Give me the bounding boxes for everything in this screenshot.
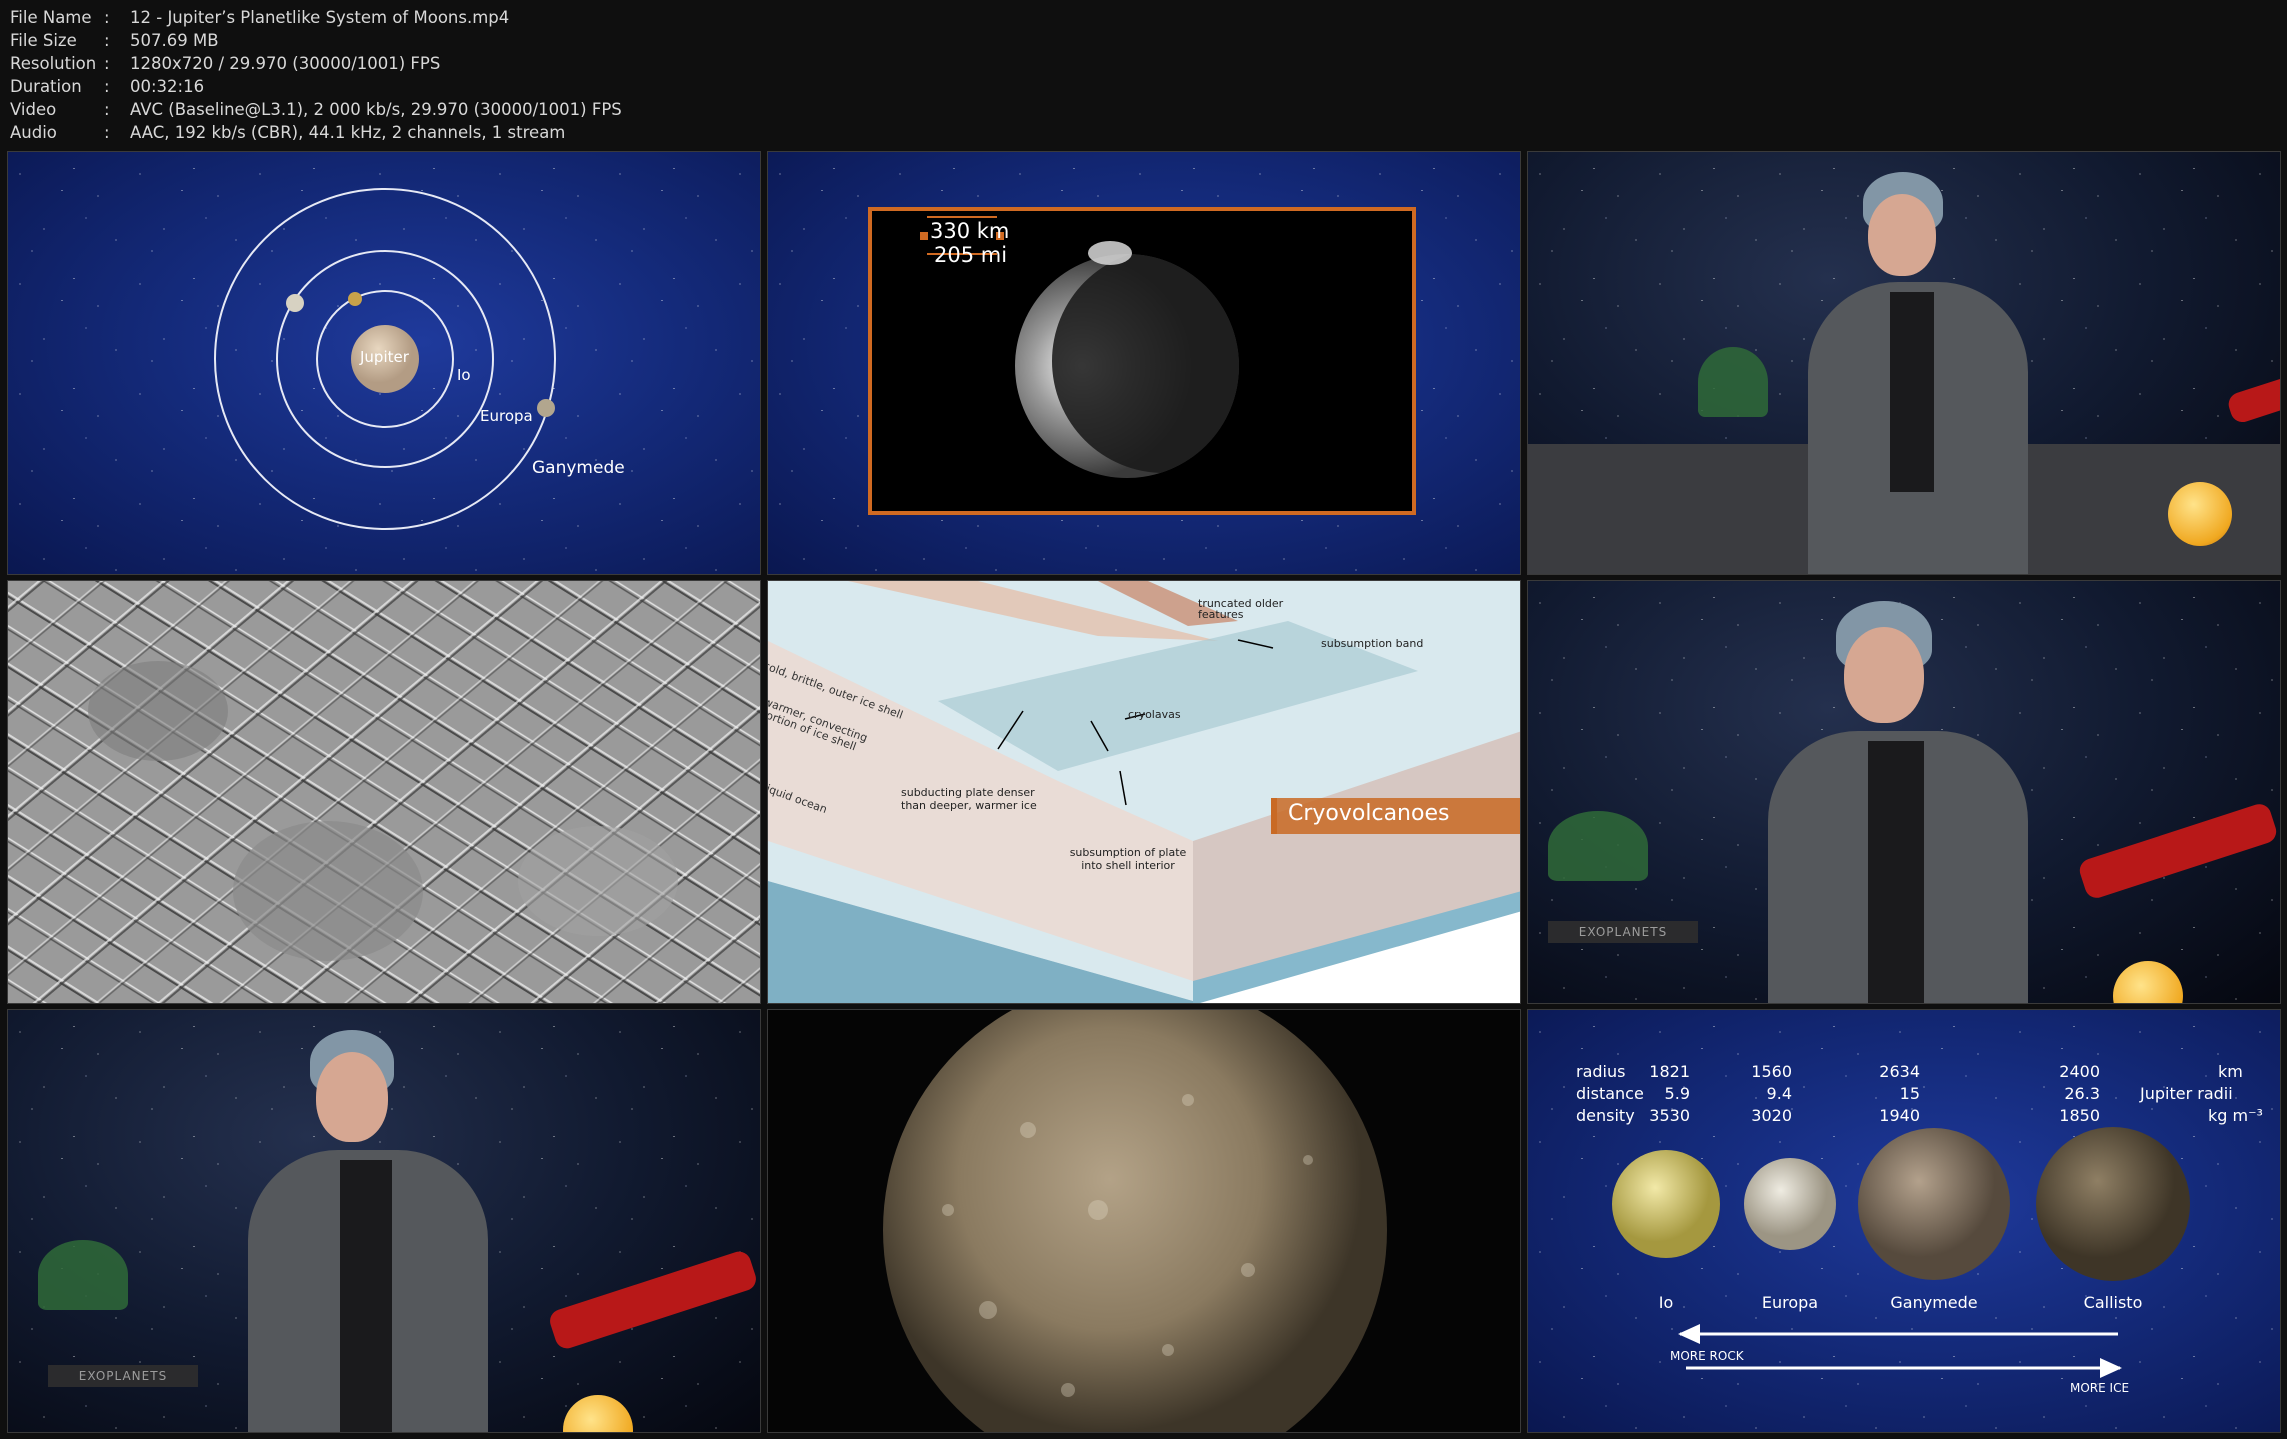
thumbnail-callisto[interactable]: [767, 1009, 1521, 1433]
info-row-audio: Audio: AAC, 192 kb/s (CBR), 44.1 kHz, 2 c…: [10, 123, 566, 142]
exoplanets-book: EXOPLANETS: [48, 1365, 198, 1387]
info-row-resolution: Resolution:1280x720 / 29.970 (30000/1001…: [10, 54, 441, 73]
thumbnail-presenter-1[interactable]: [1527, 151, 2281, 575]
ganymede-disc: [1858, 1128, 2010, 1280]
moon-lamp: [2168, 482, 2232, 546]
thumbnail-io-scale[interactable]: 330 km 205 mi: [767, 151, 1521, 575]
io-label: Io: [457, 366, 471, 384]
presenter: [248, 1030, 488, 1432]
plant: [38, 1240, 128, 1310]
thumbnail-europa-terrain[interactable]: [7, 580, 761, 1004]
info-row-filesize: File Size:507.69 MB: [10, 31, 219, 50]
file-info: File Name:12 - Jupiter’s Planetlike Syst…: [10, 6, 622, 144]
label-subducting: subducting plate denser than deeper, war…: [901, 786, 1037, 812]
ganymede-label: Ganymede: [532, 458, 625, 478]
ganymede-moon: [537, 399, 555, 417]
europa-moon: [286, 294, 304, 312]
thumbnail-moon-comparison[interactable]: radius distance density 1821 5.9 3530 15…: [1527, 1009, 2281, 1433]
info-row-duration: Duration:00:32:16: [10, 77, 205, 96]
thumbnail-presenter-3[interactable]: EXOPLANETS: [7, 1009, 761, 1433]
europa-name: Europa: [1761, 1293, 1819, 1312]
info-row-video: Video: AVC (Baseline@L3.1), 2 000 kb/s, 2…: [10, 100, 622, 119]
label-subsumption-plate: subsumption of plate into shell interior: [1069, 846, 1187, 872]
label-subsumption-band: subsumption band: [1321, 637, 1424, 650]
plant: [1548, 811, 1648, 881]
thumbnail-cryovolcanoes[interactable]: truncated older features subsumption ban…: [767, 580, 1521, 1004]
exoplanets-book: EXOPLANETS: [1548, 921, 1698, 943]
thumbnail-presenter-2[interactable]: EXOPLANETS: [1527, 580, 2281, 1004]
label-cryolavas: cryolavas: [1128, 708, 1181, 721]
more-ice-label: MORE ICE: [2070, 1381, 2130, 1395]
io-name: Io: [1658, 1293, 1674, 1312]
europa-surface: [8, 581, 760, 1003]
cryovolcanoes-title: Cryovolcanoes: [1288, 801, 1450, 826]
callisto-name: Callisto: [2083, 1293, 2143, 1312]
thumbnail-orbits[interactable]: Jupiter Io Europa Ganymede: [7, 151, 761, 575]
callisto-planet: [883, 1010, 1387, 1432]
more-rock-label: MORE ROCK: [1670, 1349, 1744, 1363]
info-row-filename: File Name:12 - Jupiter’s Planetlike Syst…: [10, 8, 510, 27]
presenter: [1808, 172, 2048, 574]
scale-mi: 205 mi: [934, 243, 1008, 267]
io-disc: [1612, 1150, 1720, 1258]
io-moon: [348, 292, 362, 306]
io-image-frame: 330 km 205 mi: [868, 207, 1416, 515]
plant: [1698, 347, 1768, 417]
europa-label: Europa: [480, 407, 533, 425]
ganymede-name: Ganymede: [1890, 1293, 1978, 1312]
jupiter-label: Jupiter: [360, 348, 409, 366]
europa-disc: [1744, 1158, 1836, 1250]
presenter: [1768, 601, 2028, 1003]
moon-discs: [1612, 1127, 2190, 1378]
callisto-disc: [2036, 1127, 2190, 1281]
label-truncated: truncated older features: [1198, 597, 1284, 621]
scale-km: 330 km: [930, 219, 1010, 243]
